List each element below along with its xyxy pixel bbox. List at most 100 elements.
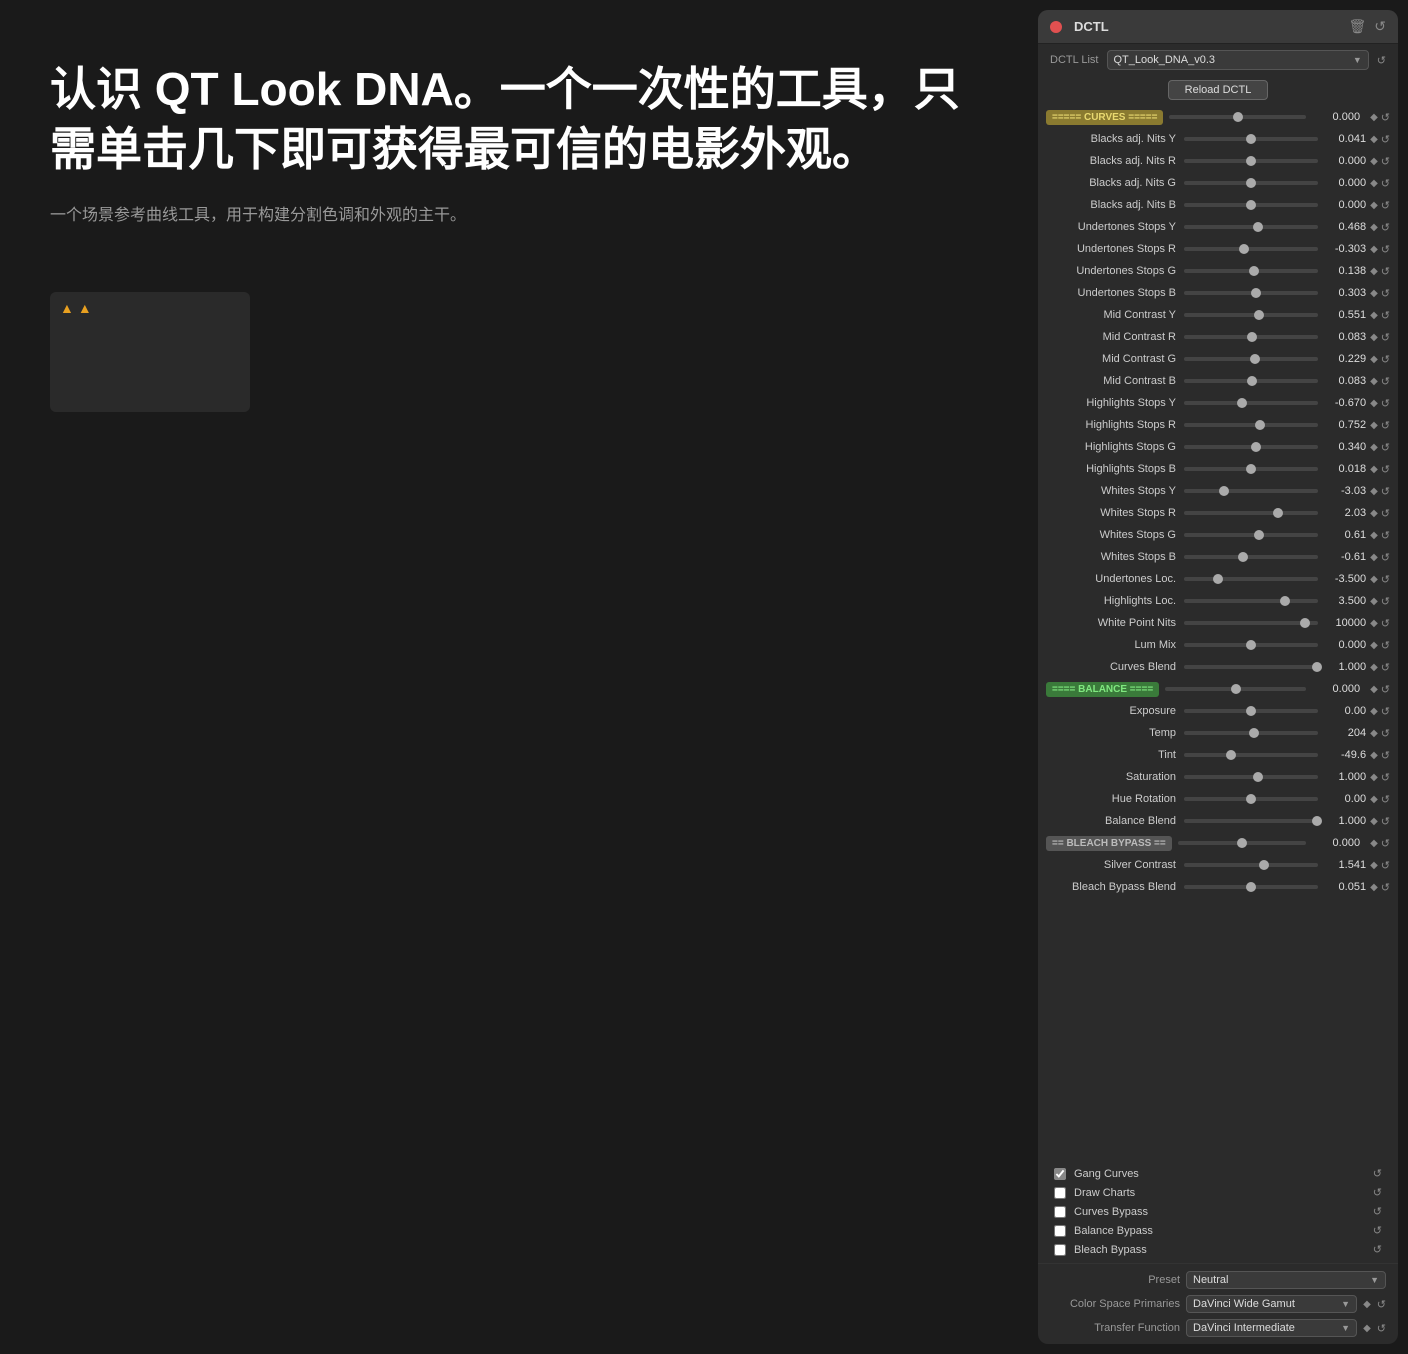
reset-icon[interactable]: ↺ xyxy=(1381,133,1390,146)
option-reset-icon[interactable]: ↺ xyxy=(1373,1186,1382,1199)
reset-icon[interactable]: ↺ xyxy=(1381,815,1390,828)
params-container[interactable]: ===== CURVES =====0.000◆↺Blacks adj. Nit… xyxy=(1038,106,1398,1160)
option-row-balance-bypass[interactable]: Balance Bypass↺ xyxy=(1046,1221,1390,1240)
slider-track[interactable] xyxy=(1184,269,1318,273)
reset-icon[interactable]: ↺ xyxy=(1381,375,1390,388)
reload-button[interactable]: Reload DCTL xyxy=(1168,80,1269,100)
slider-track[interactable] xyxy=(1184,643,1318,647)
diamond-icon[interactable]: ◆ xyxy=(1370,266,1378,277)
diamond-icon[interactable]: ◆ xyxy=(1370,860,1378,871)
reset-icon[interactable]: ↺ xyxy=(1381,837,1390,850)
slider-track[interactable] xyxy=(1184,665,1318,669)
reset-icon[interactable]: ↺ xyxy=(1381,309,1390,322)
checkbox-input[interactable] xyxy=(1054,1244,1066,1256)
checkbox-input[interactable] xyxy=(1054,1225,1066,1237)
diamond-icon[interactable]: ◆ xyxy=(1370,486,1378,497)
slider-track[interactable] xyxy=(1184,137,1318,141)
dctl-reset-icon[interactable]: ↺ xyxy=(1377,54,1386,67)
slider-track[interactable] xyxy=(1184,621,1318,625)
diamond-icon[interactable]: ◆ xyxy=(1370,464,1378,475)
slider-track[interactable] xyxy=(1184,467,1318,471)
slider-track[interactable] xyxy=(1184,577,1318,581)
diamond-icon[interactable]: ◆ xyxy=(1370,596,1378,607)
reset-icon[interactable]: ↺ xyxy=(1381,397,1390,410)
reset-icon[interactable]: ↺ xyxy=(1381,793,1390,806)
option-row-gang-curves[interactable]: Gang Curves↺ xyxy=(1046,1164,1390,1183)
trash-icon[interactable]: 🗑 xyxy=(1348,18,1366,35)
section-slider[interactable] xyxy=(1165,687,1306,691)
reset-icon[interactable]: ↺ xyxy=(1381,595,1390,608)
reset-icon[interactable]: ↺ xyxy=(1381,419,1390,432)
reset-icon[interactable]: ↺ xyxy=(1381,221,1390,234)
option-reset-icon[interactable]: ↺ xyxy=(1373,1205,1382,1218)
diamond-icon[interactable]: ◆ xyxy=(1370,442,1378,453)
diamond-icon[interactable]: ◆ xyxy=(1370,398,1378,409)
reset-icon[interactable]: ↺ xyxy=(1381,485,1390,498)
diamond-icon[interactable]: ◆ xyxy=(1370,750,1378,761)
option-row-bleach-bypass[interactable]: Bleach Bypass↺ xyxy=(1046,1240,1390,1259)
slider-track[interactable] xyxy=(1184,291,1318,295)
slider-track[interactable] xyxy=(1184,313,1318,317)
slider-track[interactable] xyxy=(1184,159,1318,163)
slider-track[interactable] xyxy=(1184,335,1318,339)
slider-track[interactable] xyxy=(1184,797,1318,801)
reset-icon[interactable]: ↺ xyxy=(1381,441,1390,454)
diamond-icon[interactable]: ◆ xyxy=(1363,1299,1371,1310)
reset-icon[interactable]: ↺ xyxy=(1381,529,1390,542)
slider-track[interactable] xyxy=(1184,489,1318,493)
diamond-icon[interactable]: ◆ xyxy=(1370,332,1378,343)
diamond-icon[interactable]: ◆ xyxy=(1370,244,1378,255)
bottom-select[interactable]: DaVinci Intermediate▼ xyxy=(1186,1319,1357,1337)
slider-track[interactable] xyxy=(1184,445,1318,449)
reset-icon[interactable]: ↺ xyxy=(1381,265,1390,278)
checkbox-input[interactable] xyxy=(1054,1168,1066,1180)
section-slider[interactable] xyxy=(1178,841,1306,845)
slider-track[interactable] xyxy=(1184,863,1318,867)
bottom-select[interactable]: Neutral▼ xyxy=(1186,1271,1386,1289)
reset-icon[interactable]: ↺ xyxy=(1381,771,1390,784)
reset-all-icon[interactable]: ↺ xyxy=(1374,18,1386,35)
reset-icon[interactable]: ↺ xyxy=(1381,881,1390,894)
slider-track[interactable] xyxy=(1184,753,1318,757)
diamond-icon[interactable]: ◆ xyxy=(1370,156,1378,167)
diamond-icon[interactable]: ◆ xyxy=(1370,200,1378,211)
reset-icon[interactable]: ↺ xyxy=(1381,683,1390,696)
option-reset-icon[interactable]: ↺ xyxy=(1373,1224,1382,1237)
diamond-icon[interactable]: ◆ xyxy=(1370,354,1378,365)
diamond-icon[interactable]: ◆ xyxy=(1370,706,1378,717)
diamond-icon[interactable]: ◆ xyxy=(1370,684,1378,695)
reset-icon[interactable]: ↺ xyxy=(1381,661,1390,674)
reset-icon[interactable]: ↺ xyxy=(1381,287,1390,300)
option-row-curves-bypass[interactable]: Curves Bypass↺ xyxy=(1046,1202,1390,1221)
diamond-icon[interactable]: ◆ xyxy=(1370,816,1378,827)
reset-icon[interactable]: ↺ xyxy=(1381,331,1390,344)
diamond-icon[interactable]: ◆ xyxy=(1370,662,1378,673)
reset-icon[interactable]: ↺ xyxy=(1381,177,1390,190)
slider-track[interactable] xyxy=(1184,203,1318,207)
option-reset-icon[interactable]: ↺ xyxy=(1373,1167,1382,1180)
slider-track[interactable] xyxy=(1184,423,1318,427)
diamond-icon[interactable]: ◆ xyxy=(1370,134,1378,145)
slider-track[interactable] xyxy=(1184,775,1318,779)
reset-icon[interactable]: ↺ xyxy=(1381,199,1390,212)
slider-track[interactable] xyxy=(1184,247,1318,251)
reset-icon[interactable]: ↺ xyxy=(1381,727,1390,740)
reset-icon[interactable]: ↺ xyxy=(1381,507,1390,520)
slider-track[interactable] xyxy=(1184,819,1318,823)
reset-icon[interactable]: ↺ xyxy=(1381,353,1390,366)
reset-icon[interactable]: ↺ xyxy=(1377,1298,1386,1311)
diamond-icon[interactable]: ◆ xyxy=(1370,618,1378,629)
reset-icon[interactable]: ↺ xyxy=(1381,859,1390,872)
slider-track[interactable] xyxy=(1184,379,1318,383)
diamond-icon[interactable]: ◆ xyxy=(1370,178,1378,189)
reset-icon[interactable]: ↺ xyxy=(1381,749,1390,762)
reset-icon[interactable]: ↺ xyxy=(1381,639,1390,652)
diamond-icon[interactable]: ◆ xyxy=(1370,508,1378,519)
section-slider[interactable] xyxy=(1169,115,1306,119)
checkbox-input[interactable] xyxy=(1054,1206,1066,1218)
slider-track[interactable] xyxy=(1184,357,1318,361)
slider-track[interactable] xyxy=(1184,225,1318,229)
close-button[interactable] xyxy=(1050,21,1062,33)
slider-track[interactable] xyxy=(1184,731,1318,735)
diamond-icon[interactable]: ◆ xyxy=(1370,288,1378,299)
